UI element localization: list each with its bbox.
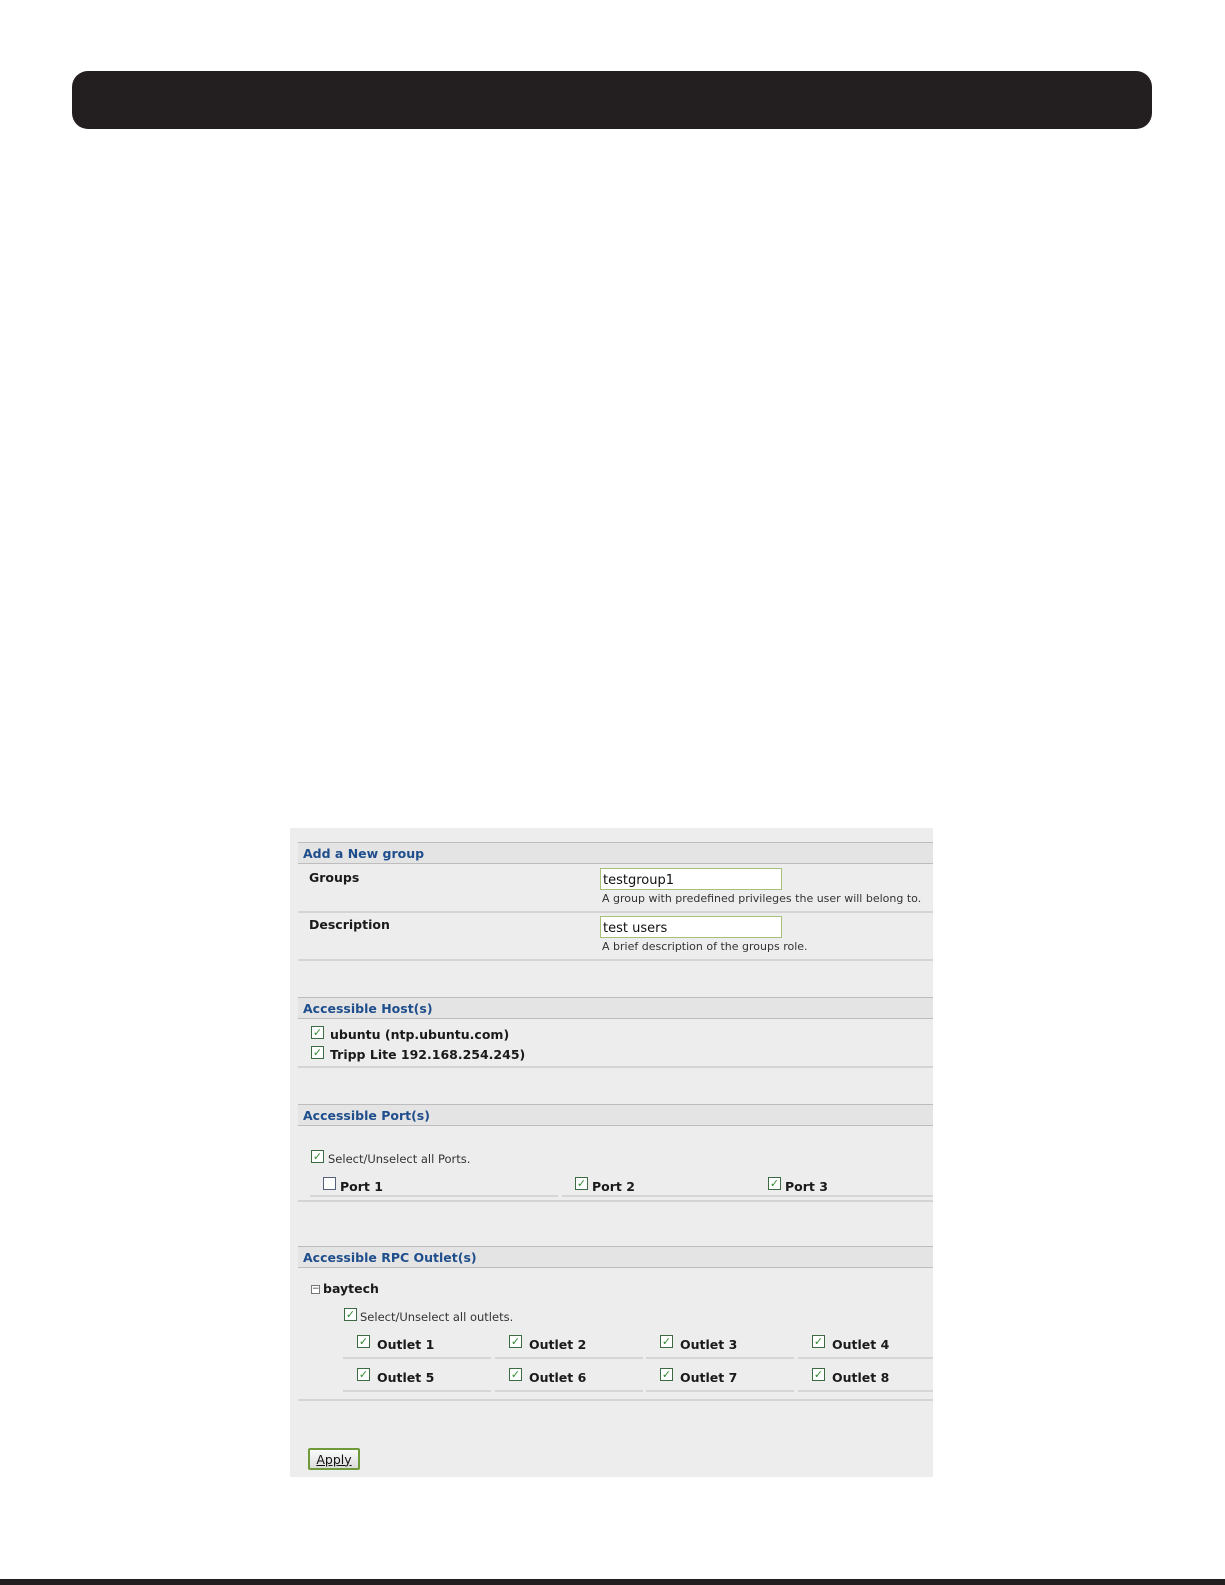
outlet-checkbox[interactable]: ✓ bbox=[509, 1368, 522, 1381]
port-checkbox[interactable]: ✓ bbox=[768, 1177, 781, 1190]
outlet-label: Outlet 7 bbox=[680, 1370, 738, 1385]
collapse-icon[interactable]: − bbox=[311, 1285, 320, 1294]
divider bbox=[298, 1399, 933, 1401]
add-group-section-title: Add a New group bbox=[298, 842, 933, 864]
screenshot-panel: Add a New group Groups A group with pred… bbox=[290, 828, 933, 1477]
outlet-label: Outlet 4 bbox=[832, 1337, 890, 1352]
port-checkbox[interactable] bbox=[323, 1177, 336, 1190]
outlet-checkbox[interactable]: ✓ bbox=[357, 1368, 370, 1381]
outlet-label: Outlet 5 bbox=[377, 1370, 435, 1385]
port-checkbox[interactable]: ✓ bbox=[575, 1177, 588, 1190]
page-bottom-rule bbox=[0, 1579, 1225, 1585]
outlet-checkbox[interactable]: ✓ bbox=[509, 1335, 522, 1348]
outlet-label: Outlet 8 bbox=[832, 1370, 890, 1385]
port-label: Port 1 bbox=[340, 1179, 383, 1194]
outlet-checkbox[interactable]: ✓ bbox=[812, 1335, 825, 1348]
divider bbox=[298, 911, 933, 913]
outlet-checkbox[interactable]: ✓ bbox=[660, 1335, 673, 1348]
outlet-label: Outlet 2 bbox=[529, 1337, 587, 1352]
outlet-cell-underline bbox=[798, 1390, 933, 1392]
port-label: Port 3 bbox=[785, 1179, 828, 1194]
document-header-bar bbox=[72, 71, 1152, 129]
outlet-checkbox[interactable]: ✓ bbox=[812, 1368, 825, 1381]
groups-label: Groups bbox=[309, 870, 360, 885]
port-row-underline bbox=[648, 1195, 933, 1197]
outlet-cell-underline bbox=[495, 1390, 643, 1392]
select-all-ports-checkbox[interactable]: ✓ bbox=[311, 1150, 324, 1163]
apply-button[interactable]: Apply bbox=[308, 1448, 360, 1470]
select-all-outlets-checkbox[interactable]: ✓ bbox=[344, 1308, 357, 1321]
hosts-section-title: Accessible Host(s) bbox=[298, 997, 933, 1019]
select-all-outlets-label: Select/Unselect all outlets. bbox=[360, 1310, 514, 1324]
description-hint: A brief description of the groups role. bbox=[602, 940, 808, 953]
divider bbox=[298, 1200, 933, 1202]
description-label: Description bbox=[309, 917, 390, 932]
port-row-underline bbox=[310, 1195, 558, 1197]
outlet-checkbox[interactable]: ✓ bbox=[357, 1335, 370, 1348]
outlet-label: Outlet 6 bbox=[529, 1370, 587, 1385]
outlet-cell-underline bbox=[646, 1390, 794, 1392]
outlet-cell-underline bbox=[495, 1357, 643, 1359]
outlets-section-title: Accessible RPC Outlet(s) bbox=[298, 1246, 933, 1268]
outlet-cell-underline bbox=[343, 1357, 491, 1359]
outlet-cell-underline bbox=[646, 1357, 794, 1359]
description-input[interactable] bbox=[600, 916, 782, 938]
select-all-ports-label: Select/Unselect all Ports. bbox=[328, 1152, 471, 1166]
divider bbox=[298, 959, 933, 961]
host-label: ubuntu (ntp.ubuntu.com) bbox=[330, 1027, 510, 1042]
outlet-checkbox[interactable]: ✓ bbox=[660, 1368, 673, 1381]
outlet-device-name: baytech bbox=[323, 1281, 379, 1296]
host-label: Tripp Lite 192.168.254.245) bbox=[330, 1047, 526, 1062]
outlet-label: Outlet 3 bbox=[680, 1337, 738, 1352]
ports-section-title: Accessible Port(s) bbox=[298, 1104, 933, 1126]
outlet-label: Outlet 1 bbox=[377, 1337, 435, 1352]
outlet-cell-underline bbox=[343, 1390, 491, 1392]
groups-input[interactable] bbox=[600, 868, 782, 890]
groups-hint: A group with predefined privileges the u… bbox=[602, 892, 922, 905]
host-checkbox[interactable]: ✓ bbox=[311, 1026, 324, 1039]
host-checkbox[interactable]: ✓ bbox=[311, 1046, 324, 1059]
port-label: Port 2 bbox=[592, 1179, 635, 1194]
outlet-cell-underline bbox=[798, 1357, 933, 1359]
divider bbox=[298, 1066, 933, 1068]
